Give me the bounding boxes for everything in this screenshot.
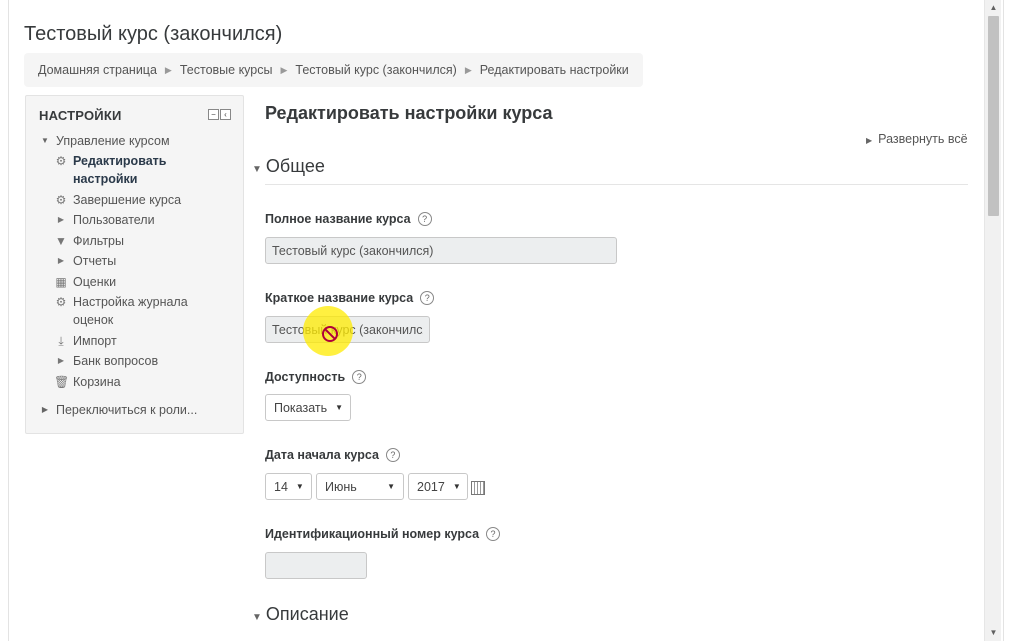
tree-item-users[interactable]: ▶ Пользователи (54, 211, 155, 229)
visibility-select[interactable]: Показать ▼ (265, 394, 351, 421)
tree-item-import[interactable]: ⤓ Импорт (54, 332, 116, 350)
trash-icon: 🗑 (54, 375, 70, 389)
page-scrollbar[interactable]: ▲ ▼ (984, 0, 1001, 641)
fullname-label: Полное название курса ? (265, 212, 432, 226)
calendar-icon[interactable] (471, 481, 485, 495)
idnumber-input[interactable] (265, 552, 367, 579)
fullname-input[interactable] (265, 237, 617, 264)
startdate-label: Дата начала курса ? (265, 448, 400, 462)
gear-icon: ⚙ (55, 193, 67, 207)
gear-icon: ⚙ (55, 295, 67, 309)
arrow-right-icon: ▶ (41, 405, 49, 414)
breadcrumb-separator-icon: ▶ (464, 64, 472, 75)
tree-item-edit-settings[interactable]: ⚙ Редактировать настройки (54, 152, 167, 188)
filter-icon: ▼ (55, 234, 67, 248)
breadcrumb-course[interactable]: Тестовый курс (закончился) (295, 63, 456, 77)
dropdown-arrow-icon: ▼ (387, 482, 395, 491)
help-icon[interactable]: ? (352, 370, 367, 384)
import-icon: ⤓ (58, 334, 64, 348)
chevron-down-icon: ▼ (252, 612, 262, 623)
main-heading: Редактировать настройки курса (265, 103, 553, 123)
arrow-right-icon: ▶ (57, 356, 65, 365)
dropdown-arrow-icon: ▼ (295, 482, 304, 491)
tree-item-question-bank[interactable]: ▶ Банк вопросов (54, 352, 158, 370)
settings-block: НАСТРОЙКИ − ‹ ▼ Управление курсом ⚙ Реда… (25, 95, 244, 434)
tree-item-gradebook-setup[interactable]: ⚙ Настройка журнала оценок (54, 293, 188, 329)
gear-icon: ⚙ (55, 154, 67, 168)
help-icon[interactable]: ? (486, 527, 501, 541)
section-divider (265, 184, 968, 185)
dock-block-icon[interactable]: ‹ (220, 109, 231, 120)
tree-item-recycle-bin[interactable]: 🗑 Корзина (54, 373, 121, 391)
block-controls: − ‹ (208, 109, 231, 120)
tree-item-course-admin[interactable]: ▼ Управление курсом (40, 132, 170, 150)
help-icon[interactable]: ? (417, 212, 432, 226)
breadcrumb-current: Редактировать настройки (479, 63, 629, 77)
scroll-up-arrow-icon[interactable]: ▲ (985, 0, 1002, 16)
collapse-block-icon[interactable]: − (208, 109, 219, 120)
idnumber-label: Идентификационный номер курса ? (265, 527, 501, 541)
expand-all-link[interactable]: ▶ Развернуть всё (866, 132, 968, 146)
page-title: Тестовый курс (закончился) (24, 23, 283, 45)
dropdown-arrow-icon: ▼ (452, 482, 461, 491)
start-year-select[interactable]: 2017 ▼ (408, 473, 468, 500)
breadcrumb-separator-icon: ▶ (280, 64, 288, 75)
chevron-down-icon: ▼ (41, 136, 49, 145)
breadcrumb-home[interactable]: Домашняя страница (38, 63, 157, 77)
settings-block-title: НАСТРОЙКИ (39, 108, 122, 123)
section-general-header[interactable]: ▼ Общее (252, 156, 325, 177)
breadcrumb: Домашняя страница ▶ Тестовые курсы ▶ Тес… (24, 53, 643, 87)
visibility-label: Доступность ? (265, 370, 367, 384)
tree-item-reports[interactable]: ▶ Отчеты (54, 252, 116, 270)
grades-table-icon: ▦ (55, 275, 67, 289)
scroll-down-arrow-icon[interactable]: ▼ (985, 625, 1002, 641)
breadcrumb-separator-icon: ▶ (164, 64, 172, 75)
dropdown-arrow-icon: ▼ (335, 403, 344, 412)
tree-item-switch-role[interactable]: ▶ Переключиться к роли... (40, 401, 197, 419)
start-month-select[interactable]: Июнь ▼ (316, 473, 404, 500)
chevron-down-icon: ▼ (252, 164, 262, 175)
arrow-right-icon: ▶ (57, 215, 65, 224)
tree-item-grades[interactable]: ▦ Оценки (54, 273, 116, 291)
not-allowed-cursor-icon (322, 326, 338, 342)
arrow-right-icon: ▶ (866, 136, 873, 145)
shortname-label: Краткое название курса ? (265, 291, 435, 305)
tree-item-course-completion[interactable]: ⚙ Завершение курса (54, 191, 181, 209)
breadcrumb-category[interactable]: Тестовые курсы (180, 63, 273, 77)
help-icon[interactable]: ? (420, 291, 435, 305)
scroll-thumb[interactable] (988, 16, 999, 216)
tree-item-filters[interactable]: ▼ Фильтры (54, 232, 124, 250)
section-description-header[interactable]: ▼ Описание (252, 604, 349, 625)
start-day-select[interactable]: 14 ▼ (265, 473, 312, 500)
arrow-right-icon: ▶ (57, 256, 65, 265)
help-icon[interactable]: ? (385, 448, 400, 462)
